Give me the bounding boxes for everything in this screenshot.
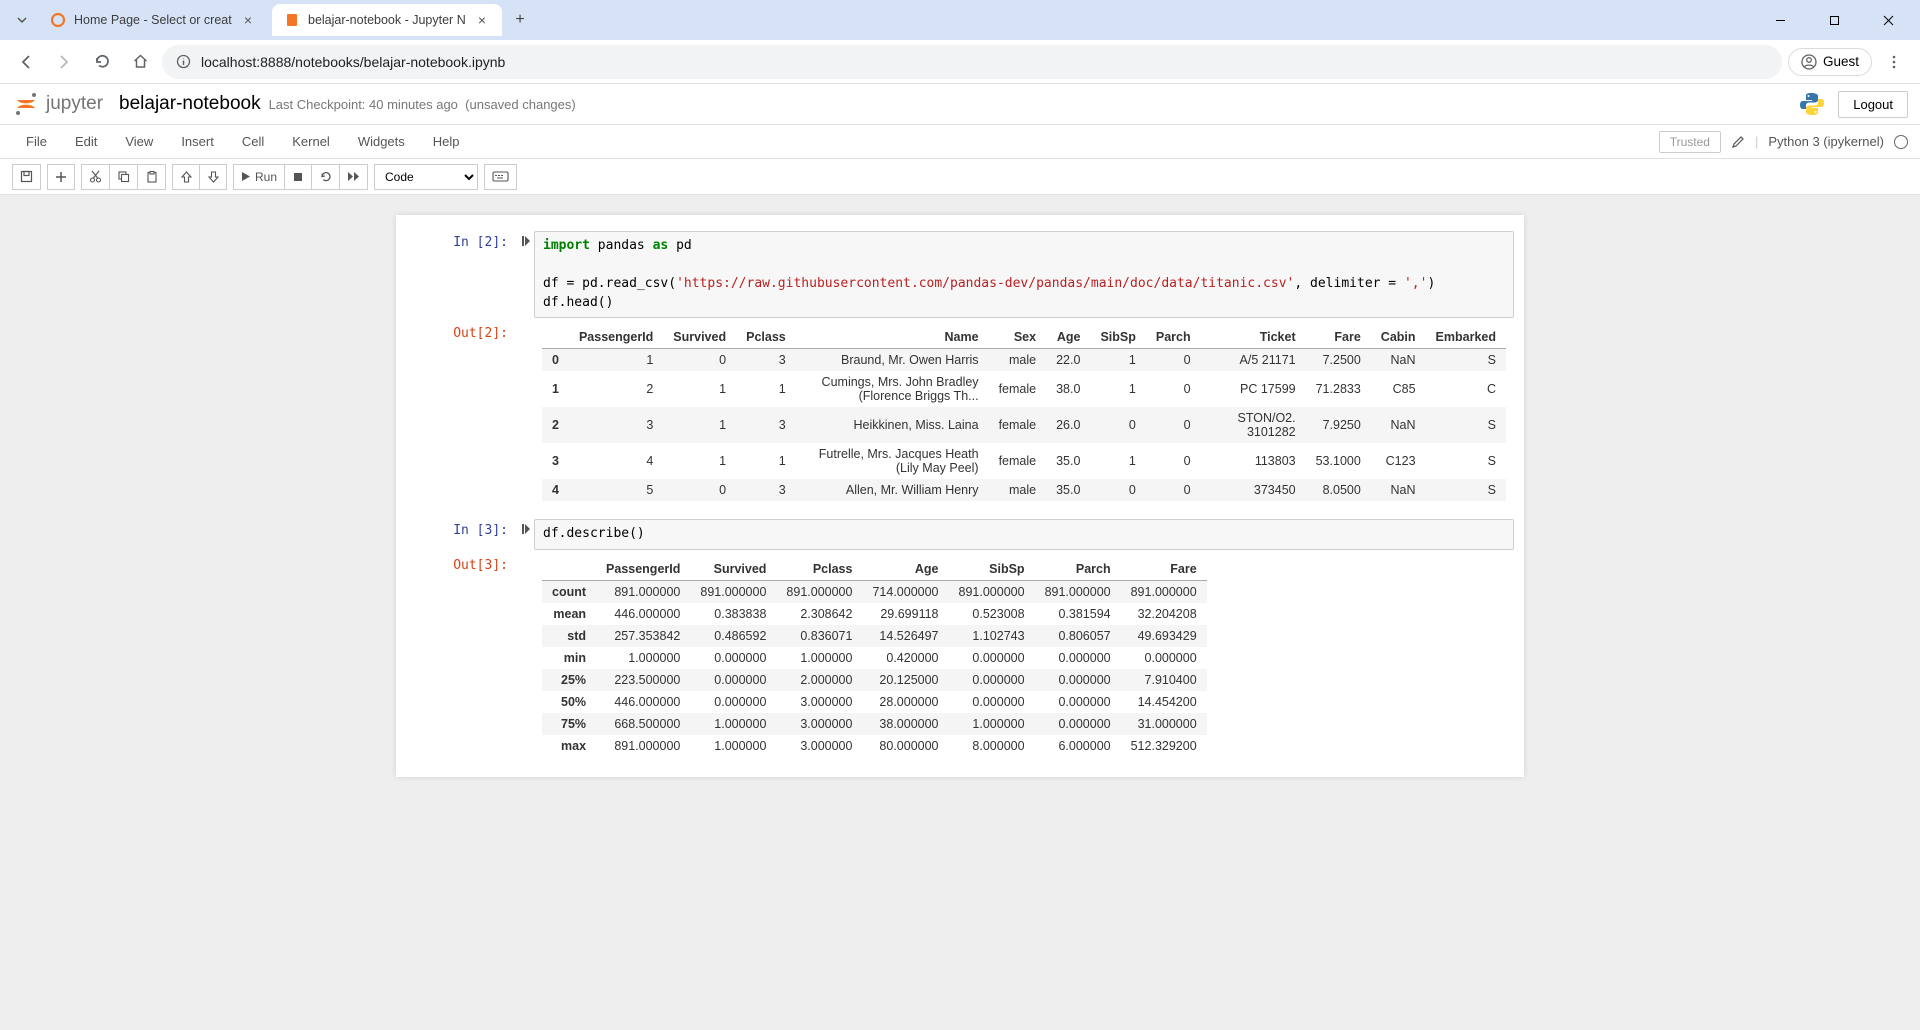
jupyter-brand[interactable]: jupyter [46, 93, 103, 115]
tab-notebook[interactable]: belajar-notebook - Jupyter Not × [272, 4, 502, 36]
notebook-favicon-icon [284, 12, 300, 28]
output-area: PassengerIdSurvivedPclassAgeSibSpParchFa… [534, 554, 1514, 761]
reload-button[interactable] [86, 46, 118, 78]
run-cell-icon[interactable] [516, 519, 534, 550]
tab-home[interactable]: Home Page - Select or create a × [38, 4, 268, 36]
menu-kernel[interactable]: Kernel [278, 128, 344, 155]
trusted-button[interactable]: Trusted [1659, 131, 1721, 153]
output-area: PassengerIdSurvivedPclassNameSexAgeSibSp… [534, 322, 1514, 505]
menu-file[interactable]: File [12, 128, 61, 155]
save-button[interactable] [12, 164, 41, 190]
menu-cell[interactable]: Cell [228, 128, 278, 155]
restart-run-all-button[interactable] [339, 164, 368, 190]
paste-button[interactable] [137, 164, 166, 190]
run-label: Run [255, 170, 277, 184]
url-input[interactable]: localhost:8888/notebooks/belajar-noteboo… [162, 45, 1782, 79]
menu-edit[interactable]: Edit [61, 128, 111, 155]
maximize-button[interactable] [1812, 5, 1856, 35]
edit-icon[interactable] [1731, 135, 1745, 149]
command-palette-button[interactable] [484, 164, 517, 190]
logout-button[interactable]: Logout [1838, 91, 1908, 118]
move-up-button[interactable] [172, 164, 200, 190]
guest-label: Guest [1823, 54, 1859, 69]
add-cell-button[interactable] [47, 164, 75, 190]
profile-button[interactable]: Guest [1788, 48, 1872, 76]
in-prompt: In [3]: [406, 519, 516, 550]
site-info-icon[interactable] [176, 54, 191, 69]
notebook-scroll[interactable]: In [2]: import pandas as pd df = pd.read… [0, 195, 1920, 1030]
separator: | [1755, 134, 1758, 149]
menu-insert[interactable]: Insert [167, 128, 228, 155]
cut-button[interactable] [81, 164, 110, 190]
move-down-button[interactable] [199, 164, 227, 190]
run-cell-icon[interactable] [516, 231, 534, 318]
dataframe-describe: PassengerIdSurvivedPclassAgeSibSpParchFa… [542, 558, 1207, 757]
url-text: localhost:8888/notebooks/belajar-noteboo… [201, 54, 505, 70]
menu-widgets[interactable]: Widgets [344, 128, 419, 155]
python-logo-icon [1798, 90, 1826, 118]
code-input[interactable]: df.describe() [534, 519, 1514, 550]
overflow-menu-button[interactable] [1878, 46, 1910, 78]
menu-help[interactable]: Help [419, 128, 474, 155]
tab-title: belajar-notebook - Jupyter Not [308, 13, 466, 27]
out-prompt: Out[2]: [406, 322, 516, 505]
checkpoint-text: Last Checkpoint: 40 minutes ago (unsaved… [269, 97, 576, 112]
restart-button[interactable] [311, 164, 340, 190]
tab-search-icon[interactable] [10, 8, 34, 32]
close-window-button[interactable] [1866, 5, 1910, 35]
kernel-name[interactable]: Python 3 (ipykernel) [1768, 134, 1884, 149]
copy-button[interactable] [109, 164, 138, 190]
in-prompt: In [2]: [406, 231, 516, 318]
cell-type-select[interactable]: Code [374, 164, 478, 190]
menu-view[interactable]: View [111, 128, 167, 155]
tab-title: Home Page - Select or create a [74, 13, 232, 27]
minimize-button[interactable] [1758, 5, 1802, 35]
close-icon[interactable]: × [240, 12, 256, 28]
notebook-title[interactable]: belajar-notebook [119, 93, 261, 115]
new-tab-button[interactable]: + [506, 6, 534, 34]
jupyter-favicon-icon [50, 12, 66, 28]
interrupt-button[interactable] [284, 164, 312, 190]
out-prompt: Out[3]: [406, 554, 516, 761]
dataframe-head: PassengerIdSurvivedPclassNameSexAgeSibSp… [542, 326, 1506, 501]
jupyter-logo-icon[interactable] [12, 90, 40, 118]
person-icon [1801, 54, 1817, 70]
back-button[interactable] [10, 46, 42, 78]
code-input[interactable]: import pandas as pd df = pd.read_csv('ht… [534, 231, 1514, 318]
forward-button[interactable] [48, 46, 80, 78]
kernel-indicator-icon[interactable] [1894, 135, 1908, 149]
close-icon[interactable]: × [474, 12, 490, 28]
home-button[interactable] [124, 46, 156, 78]
run-button[interactable]: Run [233, 164, 285, 190]
